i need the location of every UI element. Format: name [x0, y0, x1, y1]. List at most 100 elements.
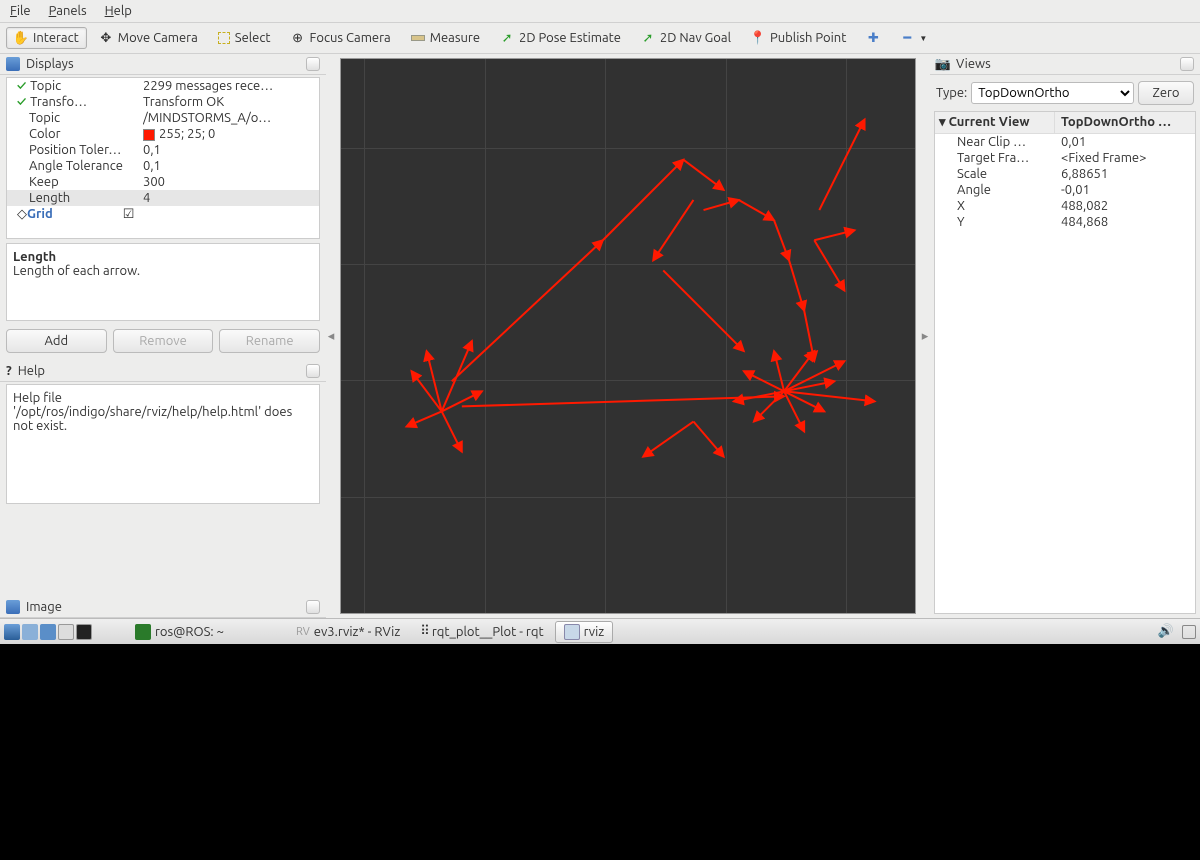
- tree-row-grid[interactable]: ◇ Grid☑: [7, 206, 319, 223]
- camera-icon: 📷: [936, 57, 950, 71]
- select-button[interactable]: Select: [210, 27, 279, 49]
- current-view-label: Current View: [949, 115, 1030, 129]
- volume-icon[interactable]: 🔊: [1158, 624, 1174, 639]
- view-property-row[interactable]: Y484,868: [935, 214, 1195, 230]
- menu-help[interactable]: Help: [105, 4, 132, 18]
- toolbar: ✋ Interact ✥ Move Camera Select ⊕ Focus …: [0, 23, 1200, 54]
- desc-title: Length: [13, 250, 313, 264]
- terminal-icon[interactable]: [76, 624, 92, 640]
- tree-row[interactable]: Topic/MINDSTORMS_A/o…: [7, 110, 319, 126]
- help-panel-header: ? Help: [0, 361, 326, 382]
- displays-panel-header: Displays: [0, 54, 326, 75]
- view-type-row: Type: TopDownOrtho Zero: [930, 75, 1200, 111]
- image-icon: [6, 600, 20, 614]
- rename-button[interactable]: Rename: [219, 329, 320, 353]
- view-property-row[interactable]: Target Fra…<Fixed Frame>: [935, 150, 1195, 166]
- views-panel: 📷 Views Type: TopDownOrtho Zero ▾ Curren…: [930, 54, 1200, 618]
- nav-goal-button[interactable]: ➚ 2D Nav Goal: [633, 27, 739, 49]
- start-button[interactable]: [4, 624, 20, 640]
- view-property-row[interactable]: X488,082: [935, 198, 1195, 214]
- green-arrow-icon: ➚: [641, 31, 655, 45]
- view-property-row[interactable]: Scale6,88651: [935, 166, 1195, 182]
- view-property-row[interactable]: Near Clip …0,01: [935, 134, 1195, 150]
- views-table-header: ▾ Current View TopDownOrtho …: [935, 112, 1195, 134]
- files-icon[interactable]: [22, 624, 38, 640]
- main-area: Displays ✓Topic2299 messages rece…✓Trans…: [0, 54, 1200, 618]
- views-panel-header: 📷 Views: [930, 54, 1200, 75]
- desc-text: Length of each arrow.: [13, 264, 313, 278]
- add-button[interactable]: Add: [6, 329, 107, 353]
- expand-icon: ◇: [11, 207, 27, 222]
- taskbar-rqt[interactable]: ⠿ rqt_plot__Plot - rqt: [411, 621, 552, 642]
- viewport-3d[interactable]: [340, 58, 916, 614]
- left-column: Displays ✓Topic2299 messages rece…✓Trans…: [0, 54, 326, 618]
- view-type-select[interactable]: TopDownOrtho: [971, 82, 1134, 104]
- views-title: Views: [956, 57, 991, 71]
- menu-file[interactable]: File: [10, 4, 31, 18]
- hand-icon: ✋: [14, 31, 28, 45]
- displays-icon: [6, 57, 20, 71]
- browser-icon[interactable]: [40, 624, 56, 640]
- view-property-row[interactable]: Angle-0,01: [935, 182, 1195, 198]
- move-camera-button[interactable]: ✥ Move Camera: [91, 27, 206, 49]
- pose-estimate-button[interactable]: ➚ 2D Pose Estimate: [492, 27, 629, 49]
- measure-button[interactable]: Measure: [403, 27, 488, 49]
- panel-close-button[interactable]: [306, 364, 320, 378]
- ruler-icon: [411, 35, 425, 41]
- tray-icon[interactable]: [1182, 625, 1196, 639]
- menu-panels[interactable]: Panels: [49, 4, 87, 18]
- help-icon: ?: [6, 364, 12, 378]
- taskbar-rviz-win[interactable]: rviz: [555, 621, 614, 643]
- taskbar-rqt-label: rqt_plot__Plot - rqt: [432, 625, 544, 639]
- chevron-down-icon: ▼: [919, 34, 927, 43]
- tree-row[interactable]: Position Toler…0,1: [7, 142, 319, 158]
- publish-point-label: Publish Point: [770, 31, 846, 45]
- remove-button[interactable]: Remove: [113, 329, 214, 353]
- help-title: Help: [18, 364, 45, 378]
- tree-row[interactable]: ✓Transfo…Transform OK: [7, 94, 319, 110]
- tree-row[interactable]: ✓Topic2299 messages rece…: [7, 78, 319, 94]
- panel-close-button[interactable]: [1180, 57, 1194, 71]
- minus-button[interactable]: ━ ▼: [892, 27, 935, 49]
- minus-icon: ━: [900, 31, 914, 45]
- publish-point-button[interactable]: 📍 Publish Point: [743, 27, 854, 49]
- plus-button[interactable]: ✚: [858, 27, 888, 49]
- current-view-type: TopDownOrtho …: [1055, 112, 1195, 133]
- check-icon: ✓: [17, 79, 26, 93]
- image-title: Image: [26, 600, 62, 614]
- focus-camera-button[interactable]: ⊕ Focus Camera: [283, 27, 399, 49]
- help-text: Help file '/opt/ros/indigo/share/rviz/he…: [13, 391, 292, 433]
- rviz-icon: RV: [296, 626, 310, 638]
- menubar: File Panels Help: [0, 0, 1200, 23]
- measure-label: Measure: [430, 31, 480, 45]
- tree-row[interactable]: Color255; 25; 0: [7, 126, 319, 142]
- select-icon: [218, 32, 230, 44]
- window-icon: [564, 624, 580, 640]
- move-icon: ✥: [99, 31, 113, 45]
- views-property-table[interactable]: ▾ Current View TopDownOrtho … Near Clip …: [934, 111, 1196, 614]
- splitter-left[interactable]: ◂: [326, 54, 336, 618]
- zero-button[interactable]: Zero: [1138, 81, 1194, 105]
- pose-estimate-label: 2D Pose Estimate: [519, 31, 621, 45]
- move-camera-label: Move Camera: [118, 31, 198, 45]
- displays-title: Displays: [26, 57, 74, 71]
- tree-row[interactable]: Angle Tolerance0,1: [7, 158, 319, 174]
- interact-button[interactable]: ✋ Interact: [6, 27, 87, 49]
- color-swatch: [143, 129, 155, 141]
- pin-icon: 📍: [751, 31, 765, 45]
- panel-close-button[interactable]: [306, 57, 320, 71]
- panel-close-button[interactable]: [306, 600, 320, 614]
- splitter-right[interactable]: ▸: [920, 54, 930, 618]
- window-icon[interactable]: [58, 624, 74, 640]
- taskbar-terminal-label: ros@ROS: ~: [155, 625, 224, 639]
- help-content: Help file '/opt/ros/indigo/share/rviz/he…: [6, 384, 320, 504]
- desktop-background: [0, 644, 1200, 860]
- focus-camera-label: Focus Camera: [310, 31, 391, 45]
- tree-row[interactable]: Keep300: [7, 174, 319, 190]
- displays-tree[interactable]: ✓Topic2299 messages rece…✓Transfo…Transf…: [6, 77, 320, 239]
- taskbar-rviz-file[interactable]: RV ev3.rviz* - RViz: [287, 622, 409, 642]
- nav-goal-label: 2D Nav Goal: [660, 31, 731, 45]
- taskbar-terminal[interactable]: ros@ROS: ~: [126, 621, 233, 643]
- tree-row[interactable]: Length4: [7, 190, 319, 206]
- terminal-app-icon: [135, 624, 151, 640]
